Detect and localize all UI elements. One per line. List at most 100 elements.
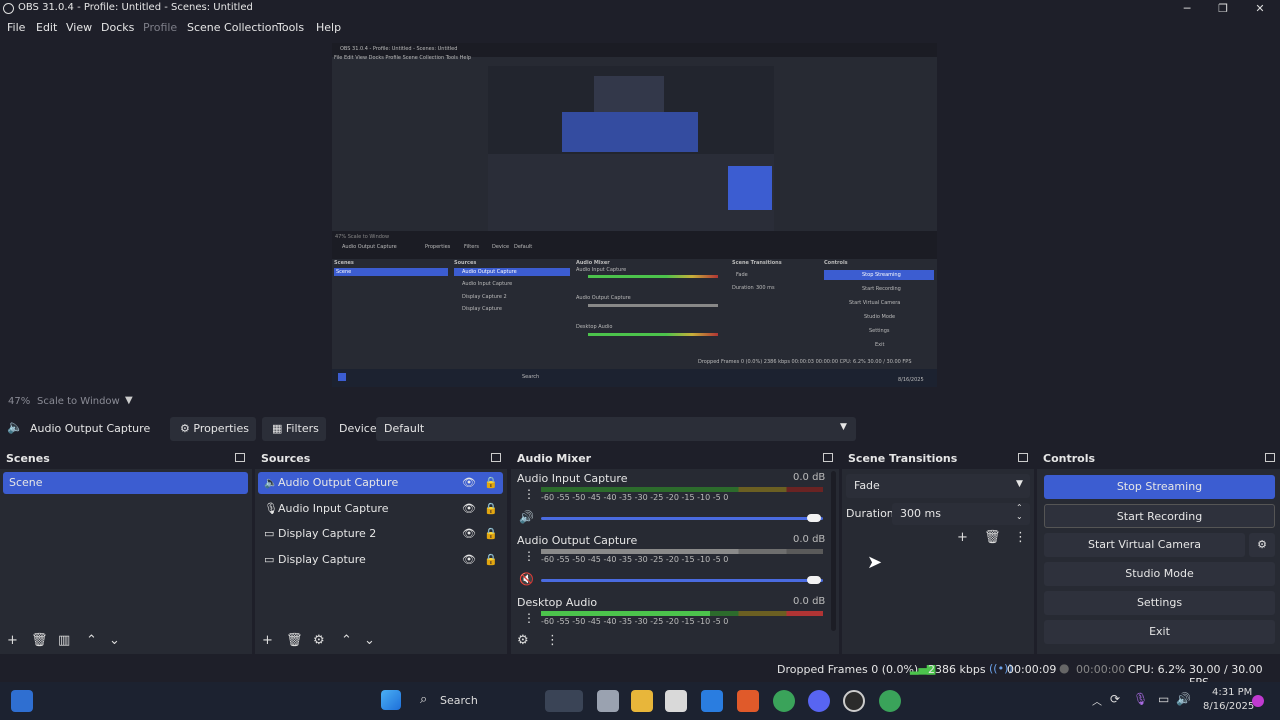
- source-item[interactable]: 🔈 Audio Output Capture 👁 🔒: [258, 472, 503, 494]
- volume-icon[interactable]: 🔊: [1176, 692, 1191, 706]
- exit-button[interactable]: Exit: [1044, 620, 1275, 644]
- cpu-usage: CPU: 6.2%: [1128, 663, 1186, 676]
- menu-docks[interactable]: Docks: [101, 21, 134, 34]
- preview-canvas[interactable]: OBS 31.0.4 - Profile: Untitled - Scenes:…: [332, 43, 937, 387]
- maximize-button[interactable]: ❐: [1205, 0, 1241, 18]
- eye-icon[interactable]: 👁: [462, 472, 476, 494]
- menu-help[interactable]: Help: [316, 21, 341, 34]
- chevron-down-icon[interactable]: ▼: [125, 395, 133, 406]
- menu-view[interactable]: View: [66, 21, 92, 34]
- kebab-menu-icon[interactable]: ⋮: [546, 633, 559, 648]
- mixer-scrollbar[interactable]: [831, 471, 836, 631]
- window-title: OBS 31.0.4 - Profile: Untitled - Scenes:…: [18, 2, 253, 13]
- lock-icon[interactable]: 🔒: [484, 472, 498, 494]
- file-explorer-icon[interactable]: [631, 690, 653, 712]
- lock-icon[interactable]: 🔒: [484, 498, 498, 520]
- controls-title: Controls: [1037, 449, 1280, 469]
- taskbar-search[interactable]: ⌕ Search: [412, 689, 502, 713]
- source-item[interactable]: ▭ Display Capture 👁 🔒: [258, 549, 503, 571]
- start-recording-button[interactable]: Start Recording: [1044, 504, 1275, 528]
- gear-icon[interactable]: ⚙: [517, 633, 529, 648]
- device-dropdown[interactable]: Default ▼: [376, 417, 856, 441]
- add-icon[interactable]: +: [262, 633, 273, 648]
- lock-icon[interactable]: 🔒: [484, 549, 498, 571]
- studio-mode-button[interactable]: Studio Mode: [1044, 562, 1275, 586]
- muted-speaker-icon[interactable]: 🔇: [519, 572, 534, 586]
- kebab-menu-icon[interactable]: ⋮: [523, 611, 535, 625]
- volume-meter: [541, 487, 823, 492]
- menu-file[interactable]: File: [7, 21, 25, 34]
- eye-icon[interactable]: 👁: [462, 523, 476, 545]
- discord-icon[interactable]: [808, 690, 830, 712]
- sources-title: Sources: [255, 449, 507, 469]
- duration-input[interactable]: 300 ms ⌃ ⌄: [892, 503, 1030, 525]
- undock-icon[interactable]: [823, 453, 833, 462]
- transition-dropdown[interactable]: Fade ▼: [846, 474, 1030, 498]
- chrome-profile-icon[interactable]: [879, 690, 901, 712]
- stop-streaming-button[interactable]: Stop Streaming: [1044, 475, 1275, 499]
- clock-date[interactable]: 8/16/2025: [1203, 701, 1254, 712]
- trash-icon[interactable]: 🗑: [984, 530, 1001, 545]
- slider-handle[interactable]: [807, 576, 821, 584]
- filter-icon[interactable]: ▥: [58, 633, 70, 648]
- mini-stop-streaming: Stop Streaming: [862, 272, 901, 278]
- eye-icon[interactable]: 👁: [462, 498, 476, 520]
- clock-time[interactable]: 4:31 PM: [1212, 687, 1252, 698]
- properties-button[interactable]: ⚙ Properties: [170, 417, 256, 441]
- move-up-icon[interactable]: ⌃: [86, 633, 97, 648]
- move-up-icon[interactable]: ⌃: [341, 633, 352, 648]
- stepper-up-icon[interactable]: ⌃: [1016, 503, 1023, 512]
- channel-db: 0.0 dB: [793, 596, 826, 607]
- add-icon[interactable]: +: [7, 633, 18, 648]
- brave-browser-icon[interactable]: [737, 690, 759, 712]
- chrome-icon[interactable]: [773, 690, 795, 712]
- source-item[interactable]: 🎙 Audio Input Capture 👁 🔒: [258, 498, 503, 520]
- task-view-icon[interactable]: [597, 690, 619, 712]
- settings-button[interactable]: Settings: [1044, 591, 1275, 615]
- microphone-icon[interactable]: 🎙: [1133, 692, 1148, 706]
- scene-item[interactable]: Scene: [3, 472, 248, 494]
- source-item[interactable]: ▭ Display Capture 2 👁 🔒: [258, 523, 503, 545]
- start-virtual-camera-button[interactable]: Start Virtual Camera: [1044, 533, 1245, 557]
- volume-slider[interactable]: [541, 579, 823, 582]
- snipping-tool-icon[interactable]: [665, 690, 687, 712]
- mini-menu: File Edit View Docks Profile Scene Colle…: [334, 55, 472, 61]
- windows-start-icon[interactable]: [381, 690, 401, 710]
- undock-icon[interactable]: [491, 453, 501, 462]
- menu-scene-collection[interactable]: Scene Collection: [187, 21, 278, 34]
- menu-edit[interactable]: Edit: [36, 21, 57, 34]
- trash-icon[interactable]: 🗑: [286, 633, 303, 648]
- network-icon[interactable]: ▭: [1158, 692, 1169, 706]
- speaker-icon[interactable]: 🔊: [519, 510, 534, 524]
- move-down-icon[interactable]: ⌄: [364, 633, 375, 648]
- close-button[interactable]: ✕: [1242, 0, 1278, 18]
- move-down-icon[interactable]: ⌄: [109, 633, 120, 648]
- gear-icon[interactable]: ⚙: [313, 633, 325, 648]
- trash-icon[interactable]: 🗑: [31, 633, 48, 648]
- obs-icon[interactable]: [843, 690, 865, 712]
- notification-icon[interactable]: [1252, 695, 1264, 707]
- sync-icon[interactable]: ⟳: [1110, 692, 1120, 706]
- lock-icon[interactable]: 🔒: [484, 523, 498, 545]
- scale-mode[interactable]: Scale to Window: [37, 396, 120, 407]
- undock-icon[interactable]: [1018, 453, 1028, 462]
- minimize-button[interactable]: ─: [1169, 0, 1205, 18]
- search-highlight-icon[interactable]: [545, 690, 583, 712]
- undock-icon[interactable]: [235, 453, 245, 462]
- filters-button[interactable]: ▦ Filters: [262, 417, 326, 441]
- menu-tools[interactable]: Tools: [277, 21, 304, 34]
- widgets-icon[interactable]: [11, 690, 33, 712]
- kebab-menu-icon[interactable]: ⋮: [523, 549, 535, 563]
- volume-slider[interactable]: [541, 517, 823, 520]
- undock-icon[interactable]: [1265, 453, 1275, 462]
- menu-profile[interactable]: Profile: [143, 21, 177, 34]
- vscode-icon[interactable]: [701, 690, 723, 712]
- chevron-up-icon[interactable]: ︿: [1092, 693, 1102, 708]
- stepper-down-icon[interactable]: ⌄: [1016, 512, 1023, 521]
- kebab-menu-icon[interactable]: ⋮: [523, 487, 535, 501]
- eye-icon[interactable]: 👁: [462, 549, 476, 571]
- virtual-camera-settings-button[interactable]: ⚙: [1249, 533, 1275, 557]
- slider-handle[interactable]: [807, 514, 821, 522]
- kebab-menu-icon[interactable]: ⋮: [1014, 530, 1027, 545]
- add-icon[interactable]: +: [957, 530, 968, 545]
